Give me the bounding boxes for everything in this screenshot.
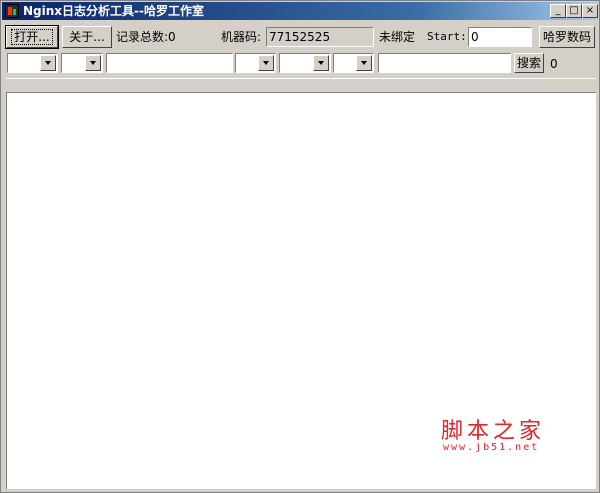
watermark-text: 脚本之家	[441, 419, 546, 444]
start-label: Start:	[427, 30, 467, 43]
chevron-down-icon[interactable]	[258, 55, 274, 71]
minimize-button[interactable]: _	[550, 4, 566, 18]
chevron-down-icon[interactable]	[40, 55, 56, 71]
maximize-button[interactable]: □	[566, 4, 582, 18]
app-icon[interactable]	[5, 4, 19, 18]
filter-select-5[interactable]	[333, 53, 374, 73]
result-count: 0	[550, 57, 558, 71]
machine-code-field[interactable]: 77152525	[266, 27, 374, 47]
title-bar[interactable]: Nginx日志分析工具--哈罗工作室 _ □ ×	[2, 2, 598, 20]
search-button[interactable]: 搜索	[514, 53, 544, 73]
brand-button[interactable]: 哈罗数码	[539, 26, 595, 48]
filter-input-2[interactable]	[378, 53, 511, 73]
filter-bar: 搜索 0	[2, 51, 598, 77]
open-button[interactable]: 打开...	[5, 25, 59, 49]
filter-select-1[interactable]	[7, 53, 58, 73]
watermark-url: www.jb51.net	[443, 442, 540, 453]
app-window: Nginx日志分析工具--哈罗工作室 _ □ × 打开... 关于... 记录总…	[0, 0, 600, 493]
chevron-down-icon[interactable]	[356, 55, 372, 71]
start-input[interactable]: 0	[468, 27, 532, 47]
window-title: Nginx日志分析工具--哈罗工作室	[23, 4, 204, 18]
watermark: 脚本之家 www.jb51.net	[441, 413, 561, 457]
open-button-label: 打开...	[11, 29, 53, 45]
bind-status-label: 未绑定	[379, 30, 416, 44]
filter-select-3[interactable]	[235, 53, 276, 73]
toolbar: 打开... 关于... 记录总数:0 机器码: 77152525 未绑定 Sta…	[2, 23, 598, 49]
filter-input-1[interactable]	[106, 53, 233, 73]
list-header[interactable]	[6, 78, 596, 93]
about-button[interactable]: 关于...	[62, 26, 112, 48]
record-count-label: 记录总数:0	[116, 30, 176, 44]
chevron-down-icon[interactable]	[313, 55, 329, 71]
filter-select-4[interactable]	[279, 53, 331, 73]
close-button[interactable]: ×	[582, 4, 598, 18]
machine-code-label: 机器码:	[221, 30, 262, 44]
filter-select-2[interactable]	[61, 53, 103, 73]
chevron-down-icon[interactable]	[85, 55, 101, 71]
